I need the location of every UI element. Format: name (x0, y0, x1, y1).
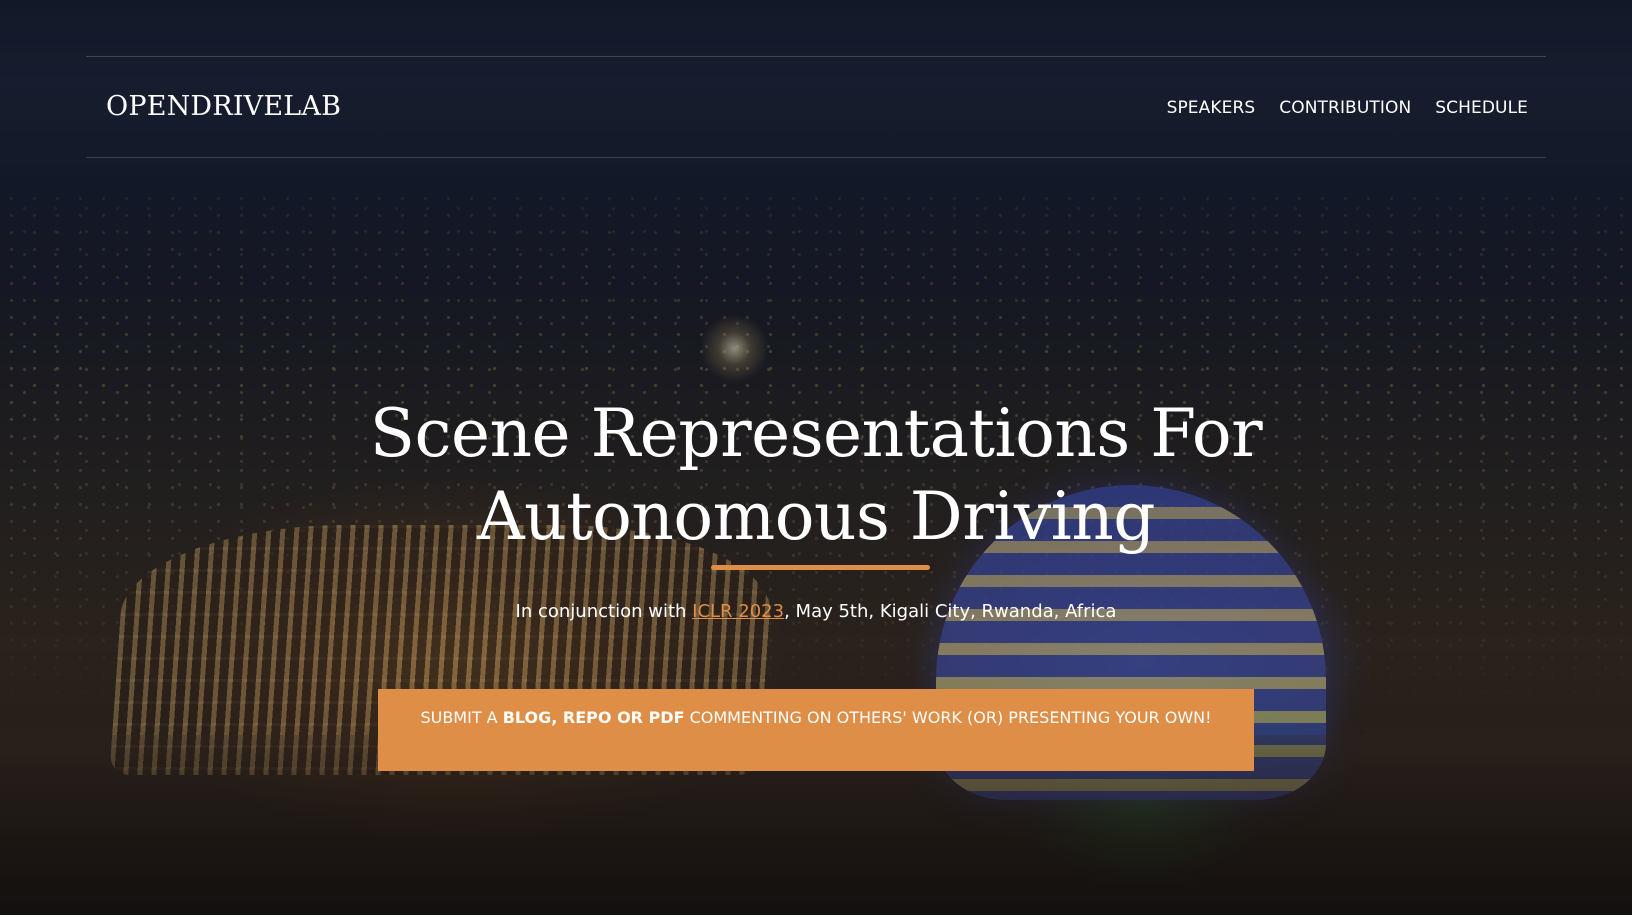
event-details: In conjunction with ICLR 2023, May 5th, … (0, 599, 1632, 624)
workshop-title-line-1: Scene Representations For (369, 395, 1263, 472)
iclr-2023-link[interactable]: ICLR 2023 (692, 601, 784, 622)
nav-speakers-link[interactable]: SPEAKERS (1167, 96, 1256, 120)
workshop-title-line-2: Autonomous Driving (476, 478, 1156, 555)
submit-contribution-button[interactable]: SUBMIT A BLOG, REPO OR PDF COMMENTING ON… (378, 689, 1254, 771)
nav-schedule-link[interactable]: SCHEDULE (1435, 96, 1528, 120)
header-top-divider (86, 56, 1546, 57)
workshop-title: Scene Representations For Autonomous Dri… (300, 392, 1332, 558)
submit-button-suffix: COMMENTING ON OTHERS' WORK (OR) PRESENTI… (684, 708, 1212, 727)
title-accent-divider (711, 565, 930, 570)
hero-section: OPENDRIVELAB SPEAKERS CONTRIBUTION SCHED… (0, 0, 1632, 917)
submit-button-prefix: SUBMIT A (420, 708, 503, 727)
header-bottom-divider (86, 157, 1546, 158)
main-navigation: SPEAKERS CONTRIBUTION SCHEDULE (1167, 96, 1528, 120)
event-details-suffix: , May 5th, Kigali City, Rwanda, Africa (784, 601, 1117, 622)
event-details-prefix: In conjunction with (515, 601, 693, 622)
nav-contribution-link[interactable]: CONTRIBUTION (1279, 96, 1411, 120)
submit-button-bold-text: BLOG, REPO OR PDF (502, 708, 685, 727)
site-brand[interactable]: OPENDRIVELAB (106, 90, 341, 124)
